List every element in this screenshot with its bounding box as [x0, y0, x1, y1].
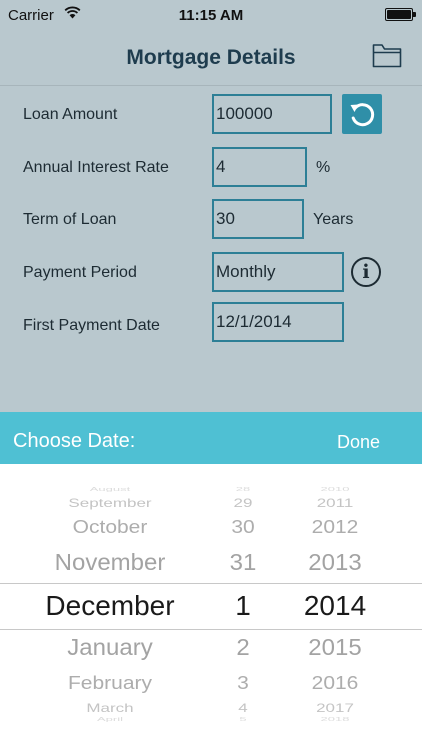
- interest-rate-label: Annual Interest Rate: [23, 159, 169, 176]
- picker-day-option[interactable]: 31: [230, 552, 257, 575]
- picker-year-option[interactable]: 2014: [304, 592, 366, 620]
- picker-year-option[interactable]: 2013: [308, 552, 361, 575]
- picker-year-option[interactable]: 2018: [321, 716, 350, 722]
- picker-title: Choose Date:: [13, 430, 136, 452]
- picker-day-option[interactable]: 1: [235, 592, 251, 620]
- picker-year-option[interactable]: 2012: [312, 518, 359, 536]
- selection-line-top: [0, 583, 422, 584]
- picker-day-option[interactable]: 2: [236, 637, 249, 660]
- clock: 11:15 AM: [178, 7, 244, 24]
- picker-year-option[interactable]: 2010: [321, 486, 350, 492]
- picker-year-option[interactable]: 2011: [317, 497, 354, 509]
- picker-month-option[interactable]: October: [73, 518, 148, 536]
- picker-year-option[interactable]: 2017: [316, 702, 354, 714]
- folder-icon[interactable]: [372, 42, 402, 68]
- nav-bar: Mortgage Details: [0, 30, 422, 86]
- picker-month-option[interactable]: November: [55, 552, 166, 575]
- picker-day-option[interactable]: 29: [234, 497, 253, 509]
- status-bar: Carrier 11:15 AM: [0, 0, 422, 30]
- battery-icon: [385, 8, 416, 21]
- first-payment-field[interactable]: 12/1/2014: [212, 302, 344, 342]
- picker-month-option[interactable]: April: [97, 716, 123, 722]
- picker-month-option[interactable]: December: [45, 592, 174, 620]
- payment-period-select[interactable]: Monthly: [212, 252, 344, 292]
- term-field[interactable]: 30: [212, 199, 304, 239]
- picker-month-option[interactable]: September: [68, 497, 151, 509]
- form-area: Carrier 11:15 AM Mortgage Details Loan A…: [0, 0, 422, 412]
- picker-day-option[interactable]: 30: [231, 518, 254, 536]
- refresh-icon: [350, 103, 375, 127]
- page-title: Mortgage Details: [126, 46, 296, 69]
- done-button[interactable]: Done: [337, 432, 380, 453]
- picker-year-option[interactable]: 2016: [312, 674, 359, 692]
- date-picker[interactable]: August September October November December Ja…: [0, 464, 422, 750]
- info-icon[interactable]: i: [351, 257, 381, 287]
- picker-month-option[interactable]: February: [68, 674, 152, 692]
- term-label: Term of Loan: [23, 211, 117, 228]
- years-unit: Years: [313, 211, 354, 228]
- picker-year-option[interactable]: 2015: [308, 637, 361, 660]
- picker-day-option[interactable]: 4: [238, 702, 247, 714]
- interest-rate-field[interactable]: 4: [212, 147, 307, 187]
- loan-amount-field[interactable]: 100000: [212, 94, 332, 134]
- reset-button[interactable]: [342, 94, 382, 134]
- picker-header: Choose Date: Done: [0, 412, 422, 464]
- picker-month-option[interactable]: August: [90, 486, 130, 492]
- picker-day-option[interactable]: 3: [237, 674, 249, 692]
- picker-day-option[interactable]: 28: [236, 486, 250, 492]
- payment-period-label: Payment Period: [23, 264, 137, 281]
- loan-amount-label: Loan Amount: [23, 106, 118, 123]
- first-payment-label: First Payment Date: [23, 317, 160, 334]
- selection-line-bottom: [0, 629, 422, 630]
- percent-unit: %: [316, 159, 331, 176]
- picker-month-option[interactable]: January: [67, 637, 152, 660]
- picker-month-option[interactable]: March: [86, 702, 133, 714]
- picker-day-option[interactable]: 5: [239, 716, 246, 722]
